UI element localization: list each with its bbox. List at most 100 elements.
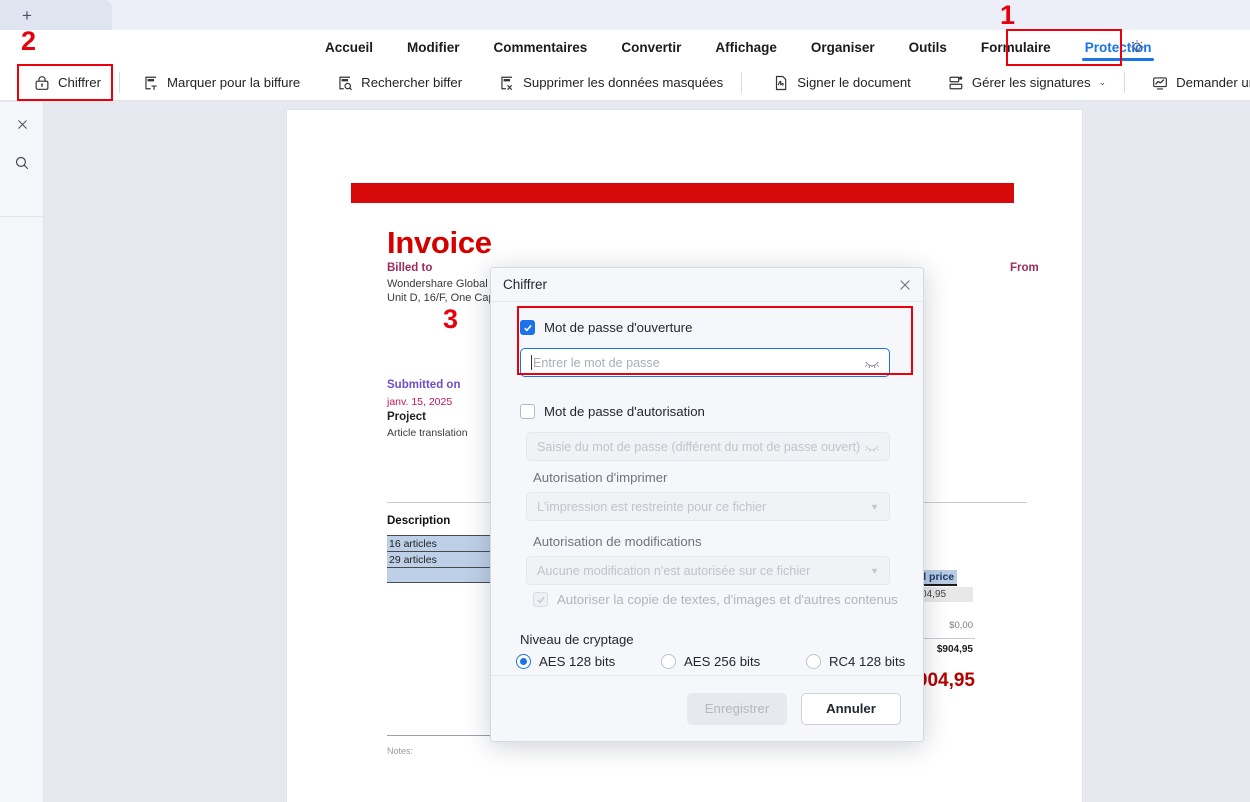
radio-rc4-128[interactable] — [806, 654, 821, 669]
lightbulb-icon[interactable] — [1127, 38, 1147, 58]
open-password-checkbox-row[interactable]: Mot de passe d'ouverture — [520, 320, 692, 335]
radio-rc4-128-label: RC4 128 bits — [829, 654, 906, 669]
application-window: + Accueil Modifier Commentaires Converti… — [0, 0, 1250, 802]
tab-strip: + — [0, 0, 1250, 30]
remove-hidden-data-button[interactable]: Supprimer les données masquées — [489, 68, 732, 98]
ribbon-menu-bar: Accueil Modifier Commentaires Convertir … — [0, 30, 1250, 65]
eye-off-icon[interactable] — [864, 440, 880, 454]
new-tab-icon[interactable]: + — [22, 7, 32, 24]
project-label: Project — [387, 411, 426, 423]
radio-aes-128-label: AES 128 bits — [539, 654, 616, 669]
menu-tab-convertir[interactable]: Convertir — [604, 30, 698, 65]
encrypt-button[interactable]: Chiffrer — [24, 68, 110, 98]
sidebar-divider — [0, 216, 44, 217]
permission-password-checkbox[interactable] — [520, 404, 535, 419]
dialog-footer: Enregistrer Annuler — [491, 675, 923, 741]
document-tab[interactable]: + — [0, 0, 112, 30]
request-signature-label: Demander une — [1176, 75, 1250, 90]
invoice-header-bar — [351, 183, 1014, 203]
allow-copy-label: Autoriser la copie de textes, d'images e… — [557, 592, 898, 607]
open-password-checkbox[interactable] — [520, 320, 535, 335]
search-redact-label: Rechercher biffer — [361, 75, 463, 90]
modify-permission-value: Aucune modification n'est autorisée sur … — [537, 563, 811, 578]
permission-password-label: Mot de passe d'autorisation — [544, 404, 705, 419]
modify-permission-label: Autorisation de modifications — [533, 534, 702, 549]
allow-copy-checkbox-row[interactable]: Autoriser la copie de textes, d'images e… — [533, 592, 898, 607]
text-caret — [531, 355, 532, 370]
encrypt-button-label: Chiffrer — [58, 75, 101, 90]
encryption-option-aes256[interactable]: AES 256 bits — [661, 654, 760, 669]
dialog-title: Chiffrer — [503, 277, 548, 292]
billed-to-label: Billed to — [387, 262, 433, 274]
manage-signatures-button[interactable]: Gérer les signatures ⌄ — [938, 68, 1115, 98]
permission-password-placeholder: Saisie du mot de passe (différent du mot… — [537, 439, 861, 454]
close-icon[interactable] — [895, 275, 915, 295]
menu-tab-accueil[interactable]: Accueil — [308, 30, 390, 65]
encryption-option-rc4[interactable]: RC4 128 bits — [806, 654, 905, 669]
menu-tab-protection[interactable]: Protection — [1068, 30, 1169, 65]
search-redact-icon — [336, 74, 354, 92]
mark-redact-icon — [142, 74, 160, 92]
billed-to-line2: Unit D, 16/F, One Capit — [387, 292, 501, 304]
dialog-body: Mot de passe d'ouverture Entrer le mot d… — [491, 302, 923, 700]
menu-tab-organiser[interactable]: Organiser — [794, 30, 892, 65]
sign-document-label: Signer le document — [797, 75, 911, 90]
manage-signatures-icon — [947, 74, 965, 92]
sign-document-icon — [772, 74, 790, 92]
open-password-placeholder: Entrer le mot de passe — [533, 355, 660, 370]
project-value: Article translation — [387, 427, 468, 439]
request-signature-icon — [1151, 74, 1169, 92]
chevron-down-icon: ▼ — [870, 565, 879, 576]
toolbar-separator — [1124, 72, 1126, 93]
menu-tab-commentaires[interactable]: Commentaires — [477, 30, 605, 65]
mark-redact-button[interactable]: Marquer pour la biffure — [133, 68, 309, 98]
search-redact-button[interactable]: Rechercher biffer — [327, 68, 471, 98]
billed-to-line1: Wondershare Global L — [387, 278, 497, 290]
request-signature-button[interactable]: Demander une — [1142, 68, 1250, 98]
eye-off-icon[interactable] — [864, 356, 880, 370]
notes-label: Notes: — [387, 746, 414, 756]
close-icon[interactable] — [0, 107, 44, 141]
print-permission-select[interactable]: L'impression est restreinte pour ce fich… — [526, 492, 890, 521]
column-header-description: Description — [387, 515, 451, 527]
menu-tab-formulaire[interactable]: Formulaire — [964, 30, 1068, 65]
lock-encrypt-icon — [33, 74, 51, 92]
menu-tab-modifier[interactable]: Modifier — [390, 30, 477, 65]
encryption-option-aes128[interactable]: AES 128 bits — [516, 654, 615, 669]
open-password-input[interactable]: Entrer le mot de passe — [520, 348, 890, 377]
sign-document-button[interactable]: Signer le document — [763, 68, 920, 98]
open-password-label: Mot de passe d'ouverture — [544, 320, 693, 335]
encryption-level-label: Niveau de cryptage — [520, 632, 634, 647]
modify-permission-select[interactable]: Aucune modification n'est autorisée sur … — [526, 556, 890, 585]
remove-hidden-data-label: Supprimer les données masquées — [523, 75, 724, 90]
from-label: From — [1010, 262, 1039, 274]
permission-password-input[interactable]: Saisie du mot de passe (différent du mot… — [526, 432, 890, 461]
submitted-on-label: Submitted on — [387, 379, 461, 391]
dialog-header: Chiffrer — [491, 268, 923, 302]
menu-tab-affichage[interactable]: Affichage — [698, 30, 794, 65]
radio-aes-128[interactable] — [516, 654, 531, 669]
radio-aes-256-label: AES 256 bits — [684, 654, 761, 669]
left-sidebar — [0, 102, 44, 802]
protection-toolbar: Chiffrer Marquer pour la biffure Recherc… — [0, 65, 1250, 101]
invoice-title: Invoice — [387, 225, 492, 260]
print-permission-value: L'impression est restreinte pour ce fich… — [537, 499, 767, 514]
cancel-button[interactable]: Annuler — [801, 692, 901, 725]
search-icon[interactable] — [0, 146, 44, 180]
radio-aes-256[interactable] — [661, 654, 676, 669]
print-permission-label: Autorisation d'imprimer — [533, 470, 668, 485]
save-button[interactable]: Enregistrer — [687, 692, 787, 725]
menu-tab-outils[interactable]: Outils — [892, 30, 964, 65]
chevron-down-icon: ▼ — [870, 501, 879, 512]
mark-redact-label: Marquer pour la biffure — [167, 75, 301, 90]
allow-copy-checkbox[interactable] — [533, 592, 548, 607]
manage-signatures-label: Gérer les signatures — [971, 75, 1091, 90]
toolbar-separator — [741, 72, 743, 93]
encrypt-dialog: Chiffrer Mot de passe d'ouverture Entrer… — [490, 267, 924, 742]
submitted-on-value: janv. 15, 2025 — [387, 396, 453, 408]
permission-password-checkbox-row[interactable]: Mot de passe d'autorisation — [520, 404, 705, 419]
ribbon-menu-items: Accueil Modifier Commentaires Convertir … — [308, 30, 1168, 65]
toolbar-separator — [119, 72, 120, 93]
chevron-down-icon[interactable]: ⌄ — [1099, 77, 1107, 88]
remove-hidden-data-icon — [498, 74, 516, 92]
